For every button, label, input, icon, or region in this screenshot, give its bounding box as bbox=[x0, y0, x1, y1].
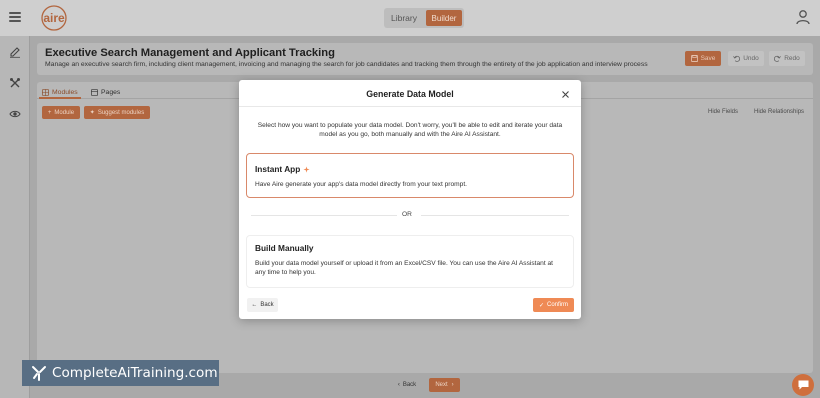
footer-next-button[interactable]: Next › bbox=[429, 378, 460, 392]
build-manually-description: Build your data model yourself or upload… bbox=[255, 260, 553, 276]
menu-icon[interactable] bbox=[9, 12, 21, 22]
edit-icon[interactable] bbox=[9, 46, 21, 58]
undo-icon bbox=[733, 55, 741, 62]
grid-icon bbox=[42, 88, 49, 96]
add-module-label: Module bbox=[54, 109, 75, 116]
builder-tab[interactable]: Builder bbox=[426, 10, 462, 26]
footer-back-label: Back bbox=[402, 382, 417, 388]
eye-icon[interactable] bbox=[9, 108, 21, 120]
redo-button[interactable]: Redo bbox=[769, 51, 805, 66]
tab-pages[interactable]: Pages bbox=[91, 86, 120, 98]
generate-data-model-dialog: Generate Data Model Select how you want … bbox=[239, 80, 581, 319]
active-tab-indicator bbox=[39, 97, 81, 99]
plus-icon: + bbox=[47, 109, 52, 116]
tools-icon[interactable] bbox=[9, 77, 21, 89]
instant-app-description: Have Aire generate your app's data model… bbox=[255, 181, 467, 188]
library-tab[interactable]: Library bbox=[385, 9, 423, 27]
confirm-label: Confirm bbox=[547, 302, 569, 308]
save-button[interactable]: Save bbox=[685, 51, 721, 66]
left-rail bbox=[0, 36, 30, 398]
sparkle-icon bbox=[303, 165, 310, 173]
page-description: Manage an executive search firm, includi… bbox=[45, 61, 648, 68]
build-manually-option[interactable]: Build Manually Build your data model you… bbox=[246, 235, 574, 288]
or-label: OR bbox=[402, 211, 412, 218]
undo-label: Undo bbox=[743, 55, 759, 62]
close-icon[interactable] bbox=[561, 90, 570, 99]
logo-text: aire bbox=[43, 11, 65, 25]
aire-logo[interactable]: aire bbox=[33, 5, 75, 31]
save-label: Save bbox=[700, 55, 716, 62]
tab-pages-label: Pages bbox=[101, 88, 121, 96]
tab-modules-label: Modules bbox=[52, 88, 78, 96]
chat-button[interactable] bbox=[792, 374, 814, 396]
build-manually-title: Build Manually bbox=[255, 243, 314, 253]
instant-app-title-row: Instant App bbox=[255, 164, 310, 174]
or-divider-right bbox=[421, 215, 569, 216]
sparkle-icon: ✦ bbox=[89, 110, 95, 116]
hide-relationships-toggle[interactable]: Hide Relationships bbox=[754, 109, 804, 115]
dialog-back-label: Back bbox=[260, 302, 274, 308]
confirm-button[interactable]: ✓ Confirm bbox=[533, 298, 574, 312]
undo-button[interactable]: Undo bbox=[728, 51, 764, 66]
footer-back-button[interactable]: ‹ Back bbox=[393, 379, 421, 391]
hide-fields-toggle[interactable]: Hide Fields bbox=[708, 109, 738, 115]
redo-label: Redo bbox=[784, 55, 800, 62]
dialog-title: Generate Data Model bbox=[366, 89, 454, 99]
or-divider-left bbox=[251, 215, 397, 216]
chevron-right-icon: › bbox=[451, 382, 454, 388]
watermark-text: CompleteAiTraining.com bbox=[52, 365, 218, 381]
suggest-modules-button[interactable]: ✦ Suggest modules bbox=[84, 106, 150, 119]
suggest-modules-label: Suggest modules bbox=[97, 109, 145, 116]
save-icon bbox=[690, 55, 698, 62]
dialog-back-button[interactable]: ← Back bbox=[247, 298, 278, 312]
redo-icon bbox=[774, 55, 782, 62]
instant-app-title: Instant App bbox=[255, 164, 301, 174]
arrow-left-icon: ← bbox=[251, 302, 258, 308]
page-title: Executive Search Management and Applican… bbox=[45, 47, 335, 59]
footer-next-label: Next bbox=[435, 382, 448, 388]
add-module-button[interactable]: + Module bbox=[42, 106, 80, 119]
chat-icon bbox=[798, 380, 808, 390]
check-icon: ✓ bbox=[538, 302, 544, 309]
watermark-banner: CompleteAiTraining.com bbox=[22, 360, 219, 386]
dialog-divider bbox=[239, 106, 581, 107]
instant-app-option[interactable]: Instant App Have Aire generate your app'… bbox=[246, 153, 574, 198]
chevron-left-icon: ‹ bbox=[397, 382, 400, 388]
watermark-logo-icon bbox=[32, 366, 46, 381]
user-icon[interactable] bbox=[795, 9, 811, 25]
pages-icon bbox=[91, 88, 98, 96]
dialog-intro: Select how you want to populate your dat… bbox=[257, 122, 563, 139]
